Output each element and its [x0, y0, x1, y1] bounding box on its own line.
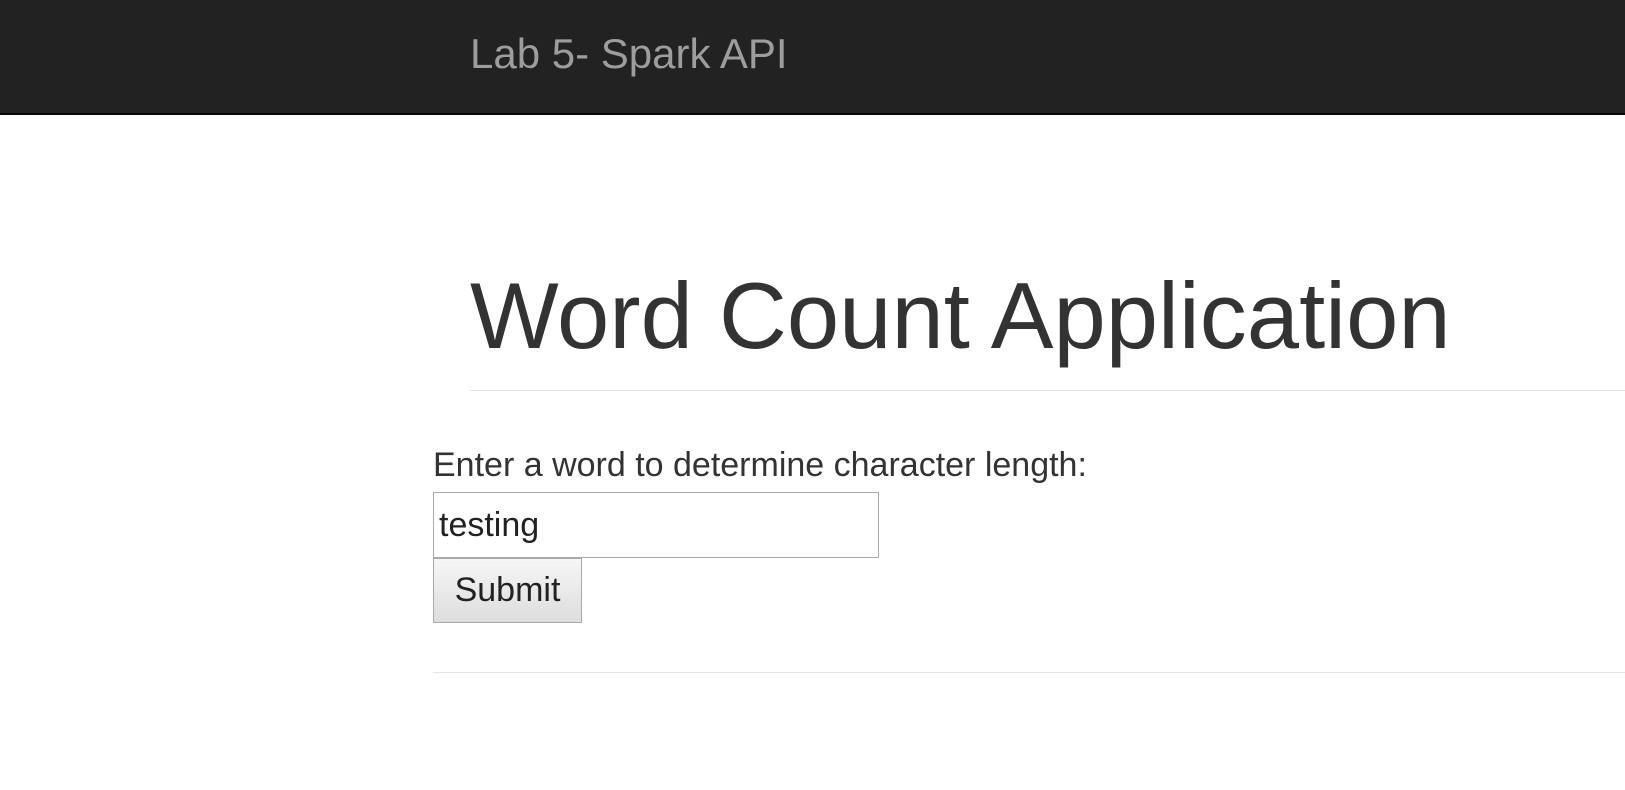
word-input-label: Enter a word to determine character leng…	[433, 446, 1087, 484]
top-navbar: Lab 5- Spark API	[0, 0, 1625, 115]
page-title: Word Count Application	[470, 263, 1451, 368]
horizontal-divider	[433, 672, 1625, 673]
navbar-brand-link[interactable]: Lab 5- Spark API	[470, 28, 788, 80]
submit-button[interactable]: Submit	[433, 558, 582, 623]
word-input[interactable]	[433, 492, 879, 558]
page-header: Word Count Application	[470, 262, 1625, 391]
word-count-form: Enter a word to determine character leng…	[433, 444, 1133, 623]
